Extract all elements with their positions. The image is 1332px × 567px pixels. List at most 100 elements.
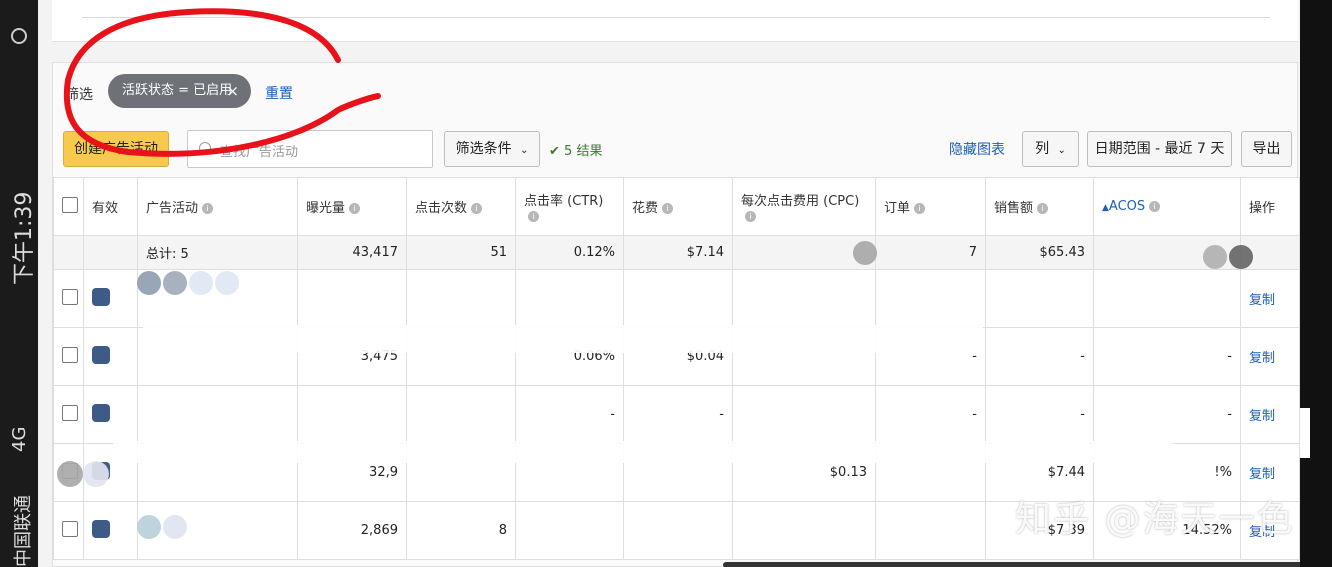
active-toggle[interactable] <box>92 519 110 538</box>
privacy-blur <box>189 271 213 295</box>
copy-link[interactable]: 复制 <box>1249 293 1275 308</box>
sort-ascending-icon: ▲ <box>1102 203 1109 213</box>
orders-cell <box>875 501 986 560</box>
header-spend[interactable]: 花费 i <box>623 177 733 236</box>
reset-link[interactable]: 重置 <box>265 83 293 103</box>
active-toggle[interactable] <box>92 287 110 306</box>
info-icon: i <box>914 203 926 214</box>
header-campaign[interactable]: 广告活动 i <box>137 177 298 236</box>
table-cell <box>53 235 84 270</box>
acos-cell: - <box>1093 385 1241 444</box>
results-text: 5 结果 <box>564 144 603 159</box>
orders-cell: - <box>875 385 986 444</box>
active-toggle-cell <box>83 501 138 560</box>
row-select-cell <box>53 327 84 386</box>
total-label: 总计: 5 <box>137 235 298 270</box>
total-sales: $65.43 <box>985 235 1094 270</box>
active-toggle-cell <box>83 327 138 386</box>
header-ctr[interactable]: 点击率 (CTR)i <box>515 177 624 236</box>
chevron-down-icon: ⌄ <box>520 145 529 156</box>
header-sales[interactable]: 销售额 i <box>985 177 1094 236</box>
info-icon: i <box>662 203 674 214</box>
info-icon: i <box>528 210 539 222</box>
cpc-cell <box>732 385 876 444</box>
table-header-row: 有效 广告活动 i 曝光量 i 点击次数 i 点击率 (CTR)i 花费 i 每次点击费… <box>53 177 1300 236</box>
total-spend: $7.14 <box>623 235 733 270</box>
header-impressions[interactable]: 曝光量 i <box>297 177 407 236</box>
privacy-blur <box>113 441 1173 463</box>
filter-chip-label: 活跃状态 = 已启用 <box>122 83 233 98</box>
create-campaign-button[interactable]: 创建广告活动 <box>63 131 169 167</box>
row-checkbox[interactable] <box>62 404 78 421</box>
status-carrier: 中国联通 <box>13 495 34 567</box>
date-range-button[interactable]: 日期范围 - 最近 7 天 <box>1087 131 1232 167</box>
campaign-name[interactable] <box>137 385 298 444</box>
row-checkbox[interactable] <box>62 288 78 305</box>
chart-gridline <box>82 17 1270 18</box>
header-cpc[interactable]: 每次点击费用 (CPC)i <box>732 177 876 236</box>
ctr-cell: - <box>515 385 624 444</box>
privacy-blur <box>163 271 187 295</box>
actions-cell: 复制 <box>1240 327 1300 386</box>
header-actions: 操作 <box>1240 177 1300 236</box>
total-ctr: 0.12% <box>515 235 624 270</box>
hide-chart-link[interactable]: 隐藏图表 <box>949 139 1005 159</box>
privacy-blur <box>83 461 109 487</box>
close-icon[interactable]: × <box>226 74 239 108</box>
ctr-cell <box>515 269 624 328</box>
header-active[interactable]: 有效 <box>83 177 138 236</box>
table-row: 复制 <box>53 269 1300 328</box>
header-acos[interactable]: ▲ACOS i <box>1093 177 1241 236</box>
header-clicks[interactable]: 点击次数 i <box>406 177 516 236</box>
active-status-filter-chip[interactable]: 活跃状态 = 已启用 × <box>108 74 251 108</box>
orders-cell <box>875 269 986 328</box>
copy-link[interactable]: 复制 <box>1249 467 1275 482</box>
cpc-cell <box>732 501 876 560</box>
acos-cell <box>1093 269 1241 328</box>
privacy-blur <box>163 515 187 539</box>
search-input[interactable]: 查找广告活动 <box>187 130 433 168</box>
header-spend-label: 花费 <box>632 201 659 216</box>
export-button[interactable]: 导出 <box>1241 131 1292 167</box>
row-checkbox[interactable] <box>62 520 78 537</box>
header-cpc-label: 每次点击费用 (CPC) <box>741 193 860 209</box>
header-clicks-label: 点击次数 <box>415 201 468 216</box>
right-edge-bar <box>1300 0 1332 567</box>
search-icon <box>199 142 211 154</box>
privacy-blur <box>1203 245 1227 269</box>
select-all-checkbox[interactable] <box>62 196 78 213</box>
filter-conditions-dropdown[interactable]: 筛选条件 ⌄ <box>444 131 540 167</box>
header-orders[interactable]: 订单 i <box>875 177 986 236</box>
active-toggle-cell <box>83 269 138 328</box>
header-orders-label: 订单 <box>884 201 911 216</box>
spend-cell <box>623 269 733 328</box>
total-impressions: 43,417 <box>297 235 407 270</box>
row-checkbox[interactable] <box>62 346 78 363</box>
horizontal-scrollbar[interactable] <box>723 562 1300 567</box>
impressions-cell <box>297 269 407 328</box>
columns-dropdown[interactable]: 列 ⌄ <box>1022 131 1079 167</box>
info-icon: i <box>349 203 361 214</box>
chart-panel <box>52 0 1298 42</box>
ctr-cell <box>515 501 624 560</box>
row-select-cell <box>53 269 84 328</box>
copy-link[interactable]: 复制 <box>1249 351 1275 366</box>
results-count: ✔ 5 结果 <box>549 140 602 159</box>
watermark: 知乎 @海天一色 <box>1015 499 1295 540</box>
row-select-cell <box>53 385 84 444</box>
campaign-name[interactable] <box>137 501 298 560</box>
sales-cell: - <box>985 385 1094 444</box>
spend-cell <box>623 501 733 560</box>
copy-link[interactable]: 复制 <box>1249 409 1275 424</box>
active-toggle[interactable] <box>92 345 110 364</box>
columns-label: 列 <box>1035 141 1050 157</box>
header-impressions-label: 曝光量 <box>306 201 346 216</box>
privacy-blur <box>137 271 161 295</box>
privacy-blur <box>57 461 83 487</box>
clicks-cell <box>406 269 516 328</box>
sales-cell <box>985 269 1094 328</box>
active-toggle[interactable] <box>92 403 110 422</box>
active-toggle-cell <box>83 385 138 444</box>
header-acos-label: ACOS <box>1108 199 1146 214</box>
clicks-cell <box>406 385 516 444</box>
